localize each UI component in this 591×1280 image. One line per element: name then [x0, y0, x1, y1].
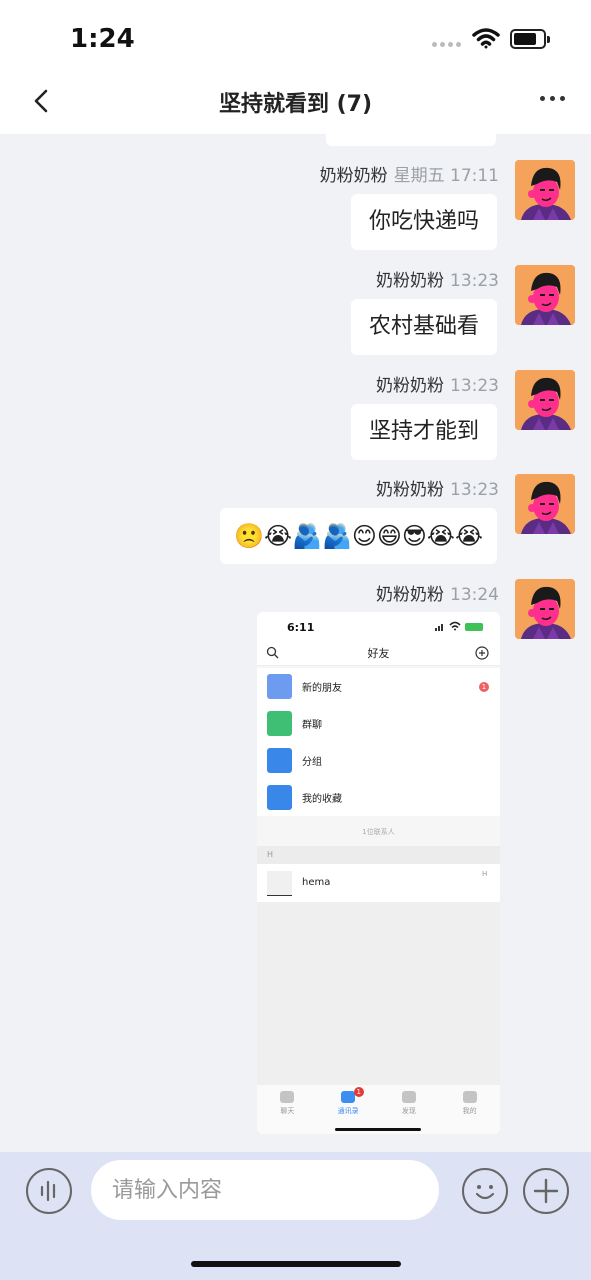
new-friend-icon — [267, 674, 292, 699]
plus-icon — [533, 1178, 559, 1204]
tab-contacts: 通讯录 1 — [318, 1085, 379, 1134]
screenshot-title: 好友 — [367, 647, 390, 660]
screenshot-header: 好友 — [257, 640, 500, 666]
contact-name: hema — [302, 877, 331, 888]
notification-badge: 1 — [479, 682, 489, 692]
chat-icon — [280, 1091, 295, 1103]
empty-area — [257, 902, 500, 1085]
home-indicator — [335, 1128, 421, 1131]
message-time: 13:23 — [450, 376, 499, 396]
section-letter: H — [267, 850, 274, 859]
voice-icon — [40, 1180, 56, 1202]
voice-button[interactable] — [26, 1168, 72, 1214]
avatar[interactable] — [515, 265, 575, 325]
message-bubble[interactable]: 你吃快递吗 — [350, 194, 497, 250]
screenshot-time: 6:11 — [287, 621, 315, 634]
status-time: 1:24 — [70, 24, 135, 54]
message-time: 13:24 — [450, 585, 499, 605]
smiley-icon — [475, 1185, 495, 1200]
tab-label: 通讯录 — [337, 1107, 359, 1115]
message-bubble[interactable]: 坚持才能到 — [350, 404, 497, 460]
avatar-illustration — [515, 370, 575, 430]
chat-title: 坚持就看到 (7) — [218, 92, 373, 117]
group-chat-icon — [267, 711, 292, 736]
message-meta: 奶粉奶粉 星期五 17:11 — [320, 161, 499, 186]
screenshot-menu: 新的朋友 1 群聊 分组 我的收藏 — [257, 668, 500, 816]
avatar-illustration — [515, 160, 575, 220]
message-time: 13:23 — [450, 271, 499, 291]
add-button[interactable] — [523, 1168, 569, 1214]
home-indicator — [191, 1261, 401, 1267]
contact-row: hema H — [257, 864, 500, 902]
tab-me: 我的 — [439, 1085, 500, 1134]
list-item: 我的收藏 — [257, 779, 500, 816]
tab-label: 我的 — [462, 1107, 477, 1115]
message-meta: 奶粉奶粉 13:24 — [376, 580, 499, 605]
message-meta: 奶粉奶粉 13:23 — [376, 475, 499, 500]
section-header: H — [257, 846, 500, 864]
sender-name: 奶粉奶粉 — [376, 376, 444, 396]
screenshot-tab-bar: 聊天 通讯录 1 发现 我的 — [257, 1085, 500, 1134]
sender-name: 奶粉奶粉 — [376, 271, 444, 291]
nav-bar: 坚持就看到 (7) — [0, 70, 591, 134]
index-letter: H — [482, 870, 488, 878]
add-circle-icon — [475, 646, 489, 660]
screenshot-status-bar: 6:11 — [257, 612, 500, 640]
cellular-signal-icon — [432, 42, 461, 47]
image-message[interactable]: 6:11 好友 新的朋友 1 群聊 分组 我的收藏 1位联系人 H hema H… — [257, 612, 500, 1134]
tab-badge: 1 — [353, 1087, 364, 1097]
list-item-label: 新的朋友 — [302, 683, 342, 694]
star-icon — [267, 748, 292, 773]
message-bubble[interactable]: 农村基础看 — [350, 299, 497, 355]
list-item-label: 群聊 — [302, 720, 322, 731]
avatar[interactable] — [515, 160, 575, 220]
emoji-button[interactable] — [462, 1168, 508, 1214]
sender-name: 奶粉奶粉 — [376, 480, 444, 500]
tab-chat: 聊天 — [257, 1085, 318, 1134]
message-time: 13:23 — [450, 480, 499, 500]
list-item-label: 我的收藏 — [302, 794, 342, 805]
avatar[interactable] — [515, 579, 575, 639]
star-icon — [267, 785, 292, 810]
gamepad-icon — [401, 1091, 416, 1103]
person-icon — [462, 1091, 477, 1103]
status-bar: 1:24 — [0, 0, 591, 70]
battery-icon — [465, 623, 483, 631]
sender-name: 奶粉奶粉 — [319, 166, 388, 186]
list-item-label: 分组 — [302, 757, 322, 768]
message-input[interactable] — [91, 1160, 439, 1220]
contacts-icon — [341, 1091, 356, 1103]
message-list[interactable]: 奶粉奶粉 星期五 17:11 你吃快递吗 奶粉奶粉 13:23 农村基础看 奶粉… — [0, 134, 591, 1152]
avatar-illustration — [515, 474, 575, 534]
more-button[interactable] — [540, 96, 565, 101]
list-item: 新的朋友 1 — [257, 668, 500, 705]
battery-icon — [510, 29, 550, 49]
contact-avatar — [267, 871, 292, 896]
tab-label: 聊天 — [280, 1107, 295, 1115]
message-meta: 奶粉奶粉 13:23 — [376, 371, 499, 396]
tab-label: 发现 — [401, 1107, 416, 1115]
avatar-illustration — [515, 579, 575, 639]
list-item: 群聊 — [257, 705, 500, 742]
message-bubble-partial — [326, 134, 496, 146]
avatar[interactable] — [515, 474, 575, 534]
message-time: 星期五 17:11 — [393, 166, 499, 186]
list-item: 分组 — [257, 742, 500, 779]
tab-discover: 发现 — [379, 1085, 440, 1134]
signal-icon — [435, 624, 443, 631]
emoji-message-bubble[interactable]: 🙁😭🫂🫂😊😄😎😭😭 — [220, 508, 497, 564]
sender-name: 奶粉奶粉 — [376, 585, 444, 605]
avatar-illustration — [515, 265, 575, 325]
wifi-icon — [472, 28, 500, 49]
contact-count: 1位联系人 — [362, 828, 395, 836]
avatar[interactable] — [515, 370, 575, 430]
message-meta: 奶粉奶粉 13:23 — [376, 266, 499, 291]
wifi-icon — [449, 621, 461, 631]
